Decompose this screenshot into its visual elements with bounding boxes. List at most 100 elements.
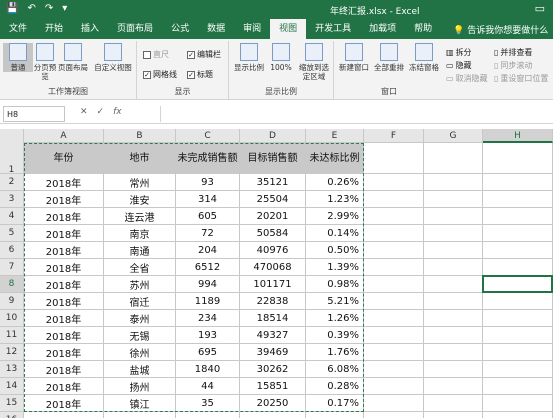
formula-bar-checkbox[interactable]: ✓ 编辑栏 — [187, 49, 221, 60]
table-cell[interactable] — [483, 412, 553, 418]
table-cell[interactable] — [483, 361, 553, 378]
row-header-10[interactable]: 10 — [0, 310, 24, 327]
tab-5[interactable]: 数据 — [198, 19, 234, 39]
tab-3[interactable]: 页面布局 — [108, 19, 162, 39]
table-cell[interactable] — [424, 191, 483, 208]
ruler-checkbox[interactable]: 直尺 — [143, 49, 169, 60]
split-button[interactable]: ▥ 拆分 — [446, 47, 472, 58]
row-header-13[interactable]: 13 — [0, 361, 24, 378]
table-cell[interactable] — [364, 276, 424, 293]
tab-6[interactable]: 审阅 — [234, 19, 270, 39]
unhide-button[interactable]: ▭ 取消隐藏 — [446, 73, 488, 84]
formula-input[interactable] — [160, 106, 551, 122]
table-cell[interactable] — [483, 225, 553, 242]
row-header-15[interactable]: 15 — [0, 395, 24, 412]
table-cell[interactable] — [364, 259, 424, 276]
header-cell[interactable] — [424, 143, 483, 174]
table-cell[interactable] — [24, 412, 104, 418]
table-cell[interactable] — [364, 378, 424, 395]
table-cell[interactable] — [240, 412, 306, 418]
table-cell[interactable] — [424, 174, 483, 191]
table-cell[interactable] — [364, 344, 424, 361]
table-cell[interactable] — [364, 293, 424, 310]
redo-icon[interactable]: ↷ — [45, 3, 53, 14]
table-cell[interactable] — [364, 327, 424, 344]
column-header-H[interactable]: H — [483, 129, 553, 143]
row-header-3[interactable]: 3 — [0, 191, 24, 208]
table-cell[interactable] — [424, 293, 483, 310]
save-icon[interactable]: 💾 — [6, 3, 18, 14]
normal-view-button[interactable]: 普通 — [3, 43, 33, 72]
tab-1[interactable]: 开始 — [36, 19, 72, 39]
table-cell[interactable] — [483, 259, 553, 276]
insert-function-icon[interactable]: fx — [113, 107, 122, 117]
column-header-F[interactable]: F — [364, 129, 424, 143]
tell-me-search[interactable]: 💡 告诉我你想要做什么 — [453, 23, 548, 36]
tab-4[interactable]: 公式 — [162, 19, 198, 39]
table-cell[interactable] — [424, 310, 483, 327]
zoom-to-selection-button[interactable]: 缩放到选定区域 — [296, 43, 332, 81]
table-cell[interactable] — [424, 208, 483, 225]
table-cell[interactable] — [306, 412, 364, 418]
table-cell[interactable] — [424, 395, 483, 412]
row-header-16[interactable]: 16 — [0, 412, 24, 418]
tab-10[interactable]: 帮助 — [405, 19, 441, 39]
column-header-D[interactable]: D — [240, 129, 306, 143]
gridlines-checkbox[interactable]: ✓ 网格线 — [143, 69, 177, 80]
table-cell[interactable] — [424, 327, 483, 344]
table-cell[interactable] — [483, 344, 553, 361]
table-cell[interactable] — [364, 242, 424, 259]
arrange-all-button[interactable]: 全部重排 — [372, 43, 406, 72]
sync-scroll-button[interactable]: ▯ 同步滚动 — [494, 60, 532, 71]
table-cell[interactable] — [483, 174, 553, 191]
row-header-1[interactable]: 1 — [0, 143, 24, 175]
page-break-preview-button[interactable]: 分页预览 — [33, 43, 57, 81]
table-cell[interactable] — [424, 412, 483, 418]
side-by-side-button[interactable]: ▯ 并排查看 — [494, 47, 532, 58]
row-header-14[interactable]: 14 — [0, 378, 24, 395]
table-cell[interactable] — [483, 242, 553, 259]
cancel-icon[interactable]: ✕ — [80, 107, 88, 117]
table-cell[interactable] — [483, 327, 553, 344]
headings-checkbox[interactable]: ✓ 标题 — [187, 69, 213, 80]
table-cell[interactable] — [176, 412, 240, 418]
table-cell[interactable] — [424, 259, 483, 276]
tab-0[interactable]: 文件 — [0, 19, 36, 39]
table-cell[interactable] — [483, 208, 553, 225]
table-cell[interactable] — [424, 378, 483, 395]
row-header-7[interactable]: 7 — [0, 259, 24, 276]
page-layout-button[interactable]: 页面布局 — [58, 43, 88, 72]
reset-position-button[interactable]: ▯ 重设窗口位置 — [494, 73, 548, 84]
table-cell[interactable] — [424, 361, 483, 378]
enter-icon[interactable]: ✓ — [97, 107, 105, 117]
customize-qat-icon[interactable]: ▾ — [62, 3, 67, 14]
hide-button[interactable]: ▭ 隐藏 — [446, 60, 472, 71]
tab-7[interactable]: 视图 — [270, 19, 307, 39]
active-cell-outline[interactable] — [482, 275, 553, 293]
row-header-8[interactable]: 8 — [0, 276, 24, 293]
table-cell[interactable] — [483, 191, 553, 208]
table-cell[interactable] — [364, 225, 424, 242]
custom-views-button[interactable]: 自定义视图 — [92, 43, 134, 72]
tab-8[interactable]: 开发工具 — [306, 19, 360, 39]
row-header-4[interactable]: 4 — [0, 208, 24, 225]
column-header-C[interactable]: C — [176, 129, 240, 143]
table-cell[interactable] — [104, 412, 176, 418]
table-cell[interactable] — [364, 310, 424, 327]
table-cell[interactable] — [424, 242, 483, 259]
column-header-G[interactable]: G — [424, 129, 483, 143]
row-header-6[interactable]: 6 — [0, 242, 24, 259]
column-header-E[interactable]: E — [306, 129, 364, 143]
tab-9[interactable]: 加载项 — [360, 19, 405, 39]
column-header-A[interactable]: A — [24, 129, 104, 143]
name-box[interactable]: H8 — [3, 106, 65, 122]
table-cell[interactable] — [364, 395, 424, 412]
row-header-9[interactable]: 9 — [0, 293, 24, 310]
column-header-B[interactable]: B — [104, 129, 176, 143]
table-cell[interactable] — [483, 395, 553, 412]
table-cell[interactable] — [364, 174, 424, 191]
ribbon-display-icon[interactable]: ▭ — [535, 2, 545, 15]
table-cell[interactable] — [364, 412, 424, 418]
row-header-12[interactable]: 12 — [0, 344, 24, 361]
row-header-11[interactable]: 11 — [0, 327, 24, 344]
